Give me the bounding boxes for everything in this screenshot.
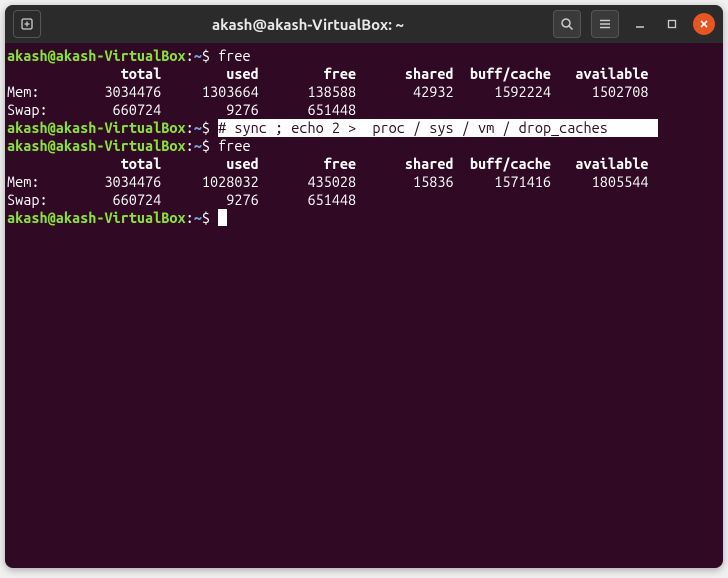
titlebar-left bbox=[13, 10, 63, 38]
prompt-path: ~ bbox=[194, 137, 202, 154]
command-free-1: free bbox=[218, 47, 250, 64]
minimize-button[interactable] bbox=[629, 13, 651, 35]
free1-swap: Swap: 660724 9276 651448 bbox=[7, 101, 721, 119]
free2-swap: Swap: 660724 9276 651448 bbox=[7, 191, 721, 209]
free2-mem: Mem: 3034476 1028032 435028 15836 157141… bbox=[7, 173, 721, 191]
close-button[interactable] bbox=[693, 13, 715, 35]
free2-header: total used free shared buff/cache availa… bbox=[7, 155, 721, 173]
search-button[interactable] bbox=[553, 10, 581, 38]
prompt-line-3: akash@akash-VirtualBox:~$ free bbox=[7, 137, 721, 155]
minimize-icon bbox=[634, 18, 646, 30]
prompt-userhost: akash@akash-VirtualBox bbox=[7, 209, 186, 226]
prompt-userhost: akash@akash-VirtualBox bbox=[7, 47, 186, 64]
titlebar-right bbox=[553, 10, 715, 38]
hamburger-icon bbox=[597, 16, 613, 32]
command-sync-highlighted: # sync ; echo 2 > proc / sys / vm / drop… bbox=[218, 119, 658, 137]
new-tab-button[interactable] bbox=[13, 10, 41, 38]
prompt-userhost: akash@akash-VirtualBox bbox=[7, 119, 186, 136]
titlebar: akash@akash-VirtualBox: ~ bbox=[5, 5, 723, 43]
prompt-userhost: akash@akash-VirtualBox bbox=[7, 137, 186, 154]
prompt-line-2: akash@akash-VirtualBox:~$ # sync ; echo … bbox=[7, 119, 721, 137]
command-free-2: free bbox=[218, 137, 250, 154]
terminal-body[interactable]: akash@akash-VirtualBox:~$ free total use… bbox=[5, 43, 723, 568]
maximize-button[interactable] bbox=[661, 13, 683, 35]
prompt-path: ~ bbox=[194, 119, 202, 136]
free1-header: total used free shared buff/cache availa… bbox=[7, 65, 721, 83]
window-title: akash@akash-VirtualBox: ~ bbox=[69, 16, 547, 33]
maximize-icon bbox=[666, 18, 678, 30]
free1-mem: Mem: 3034476 1303664 138588 42932 159222… bbox=[7, 83, 721, 101]
close-icon bbox=[698, 18, 710, 30]
menu-button[interactable] bbox=[591, 10, 619, 38]
terminal-window: akash@akash-VirtualBox: ~ bbox=[5, 5, 723, 568]
search-icon bbox=[559, 16, 575, 32]
prompt-line-4: akash@akash-VirtualBox:~$ bbox=[7, 209, 721, 227]
prompt-path: ~ bbox=[194, 209, 202, 226]
cursor bbox=[218, 209, 227, 226]
new-tab-icon bbox=[19, 16, 35, 32]
prompt-line-1: akash@akash-VirtualBox:~$ free bbox=[7, 47, 721, 65]
prompt-path: ~ bbox=[194, 47, 202, 64]
